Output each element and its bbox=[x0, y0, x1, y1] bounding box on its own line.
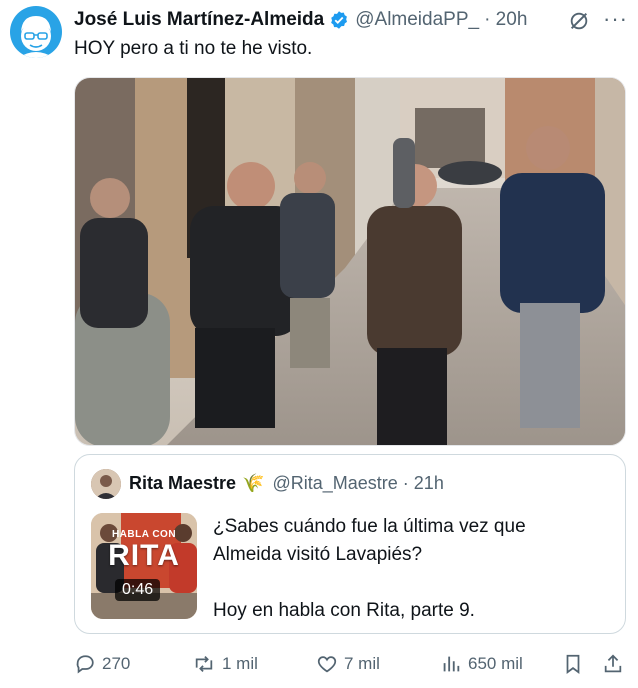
repost-count: 1 mil bbox=[222, 654, 258, 673]
quote-author-name[interactable]: Rita Maestre bbox=[129, 473, 236, 494]
quote-text-line-1: ¿Sabes cuándo fue la última vez que bbox=[213, 516, 526, 537]
quote-text-line-2: Almeida visitó Lavapiés? bbox=[213, 544, 423, 565]
quote-avatar-image bbox=[91, 469, 121, 499]
quote-time[interactable]: · 21h bbox=[403, 473, 444, 494]
quoted-tweet[interactable]: Rita Maestre 🌾 @Rita_Maestre · 21h HABLA… bbox=[74, 454, 626, 634]
views-button[interactable]: 650 mil bbox=[440, 652, 523, 676]
reply-count: 270 bbox=[102, 654, 131, 673]
thumb-label-main: RITA bbox=[108, 539, 180, 572]
share-icon bbox=[604, 654, 622, 673]
action-bar: 270 1 mil 7 mil 650 mil bbox=[74, 652, 626, 676]
avatar-caricature bbox=[18, 16, 54, 58]
tweet-time[interactable]: · 20h bbox=[484, 9, 527, 31]
repost-button[interactable]: 1 mil bbox=[192, 652, 258, 676]
bookmark-button[interactable] bbox=[562, 652, 584, 676]
quote-author-avatar[interactable] bbox=[91, 469, 121, 499]
author-name[interactable]: José Luis Martínez-Almeida bbox=[74, 9, 324, 31]
repost-icon bbox=[195, 656, 213, 672]
views-icon bbox=[443, 656, 460, 672]
tweet-photo[interactable] bbox=[74, 77, 626, 446]
author-handle[interactable]: @AlmeidaPP_ bbox=[355, 9, 479, 31]
like-count: 7 mil bbox=[344, 654, 380, 673]
bookmark-icon bbox=[566, 654, 580, 674]
video-duration: 0:46 bbox=[115, 579, 161, 601]
like-icon bbox=[317, 656, 337, 673]
tweet-header: José Luis Martínez-Almeida @AlmeidaPP_ ·… bbox=[74, 8, 628, 32]
quote-text: ¿Sabes cuándo fue la última vez que Alme… bbox=[213, 513, 613, 625]
author-avatar[interactable] bbox=[10, 6, 62, 58]
tweet-text: HOY pero a ti no te he visto. bbox=[74, 38, 313, 59]
quote-header: Rita Maestre 🌾 @Rita_Maestre · 21h bbox=[129, 473, 444, 494]
reply-icon bbox=[76, 655, 94, 674]
reply-button[interactable]: 270 bbox=[74, 652, 130, 676]
quote-text-line-3: Hoy en habla con Rita, parte 9. bbox=[213, 600, 475, 621]
share-button[interactable] bbox=[602, 652, 624, 676]
street-photo-image bbox=[75, 78, 625, 445]
quote-video-thumbnail[interactable]: HABLA CON RITA 0:46 bbox=[91, 513, 197, 619]
verified-badge-icon[interactable] bbox=[329, 10, 349, 30]
wheat-emoji: 🌾 bbox=[242, 473, 265, 493]
like-button[interactable]: 7 mil bbox=[316, 652, 380, 676]
views-count: 650 mil bbox=[468, 654, 523, 673]
more-icon[interactable]: ··· bbox=[603, 6, 628, 32]
quote-author-handle[interactable]: @Rita_Maestre bbox=[272, 473, 397, 494]
grok-icon[interactable] bbox=[568, 10, 590, 37]
